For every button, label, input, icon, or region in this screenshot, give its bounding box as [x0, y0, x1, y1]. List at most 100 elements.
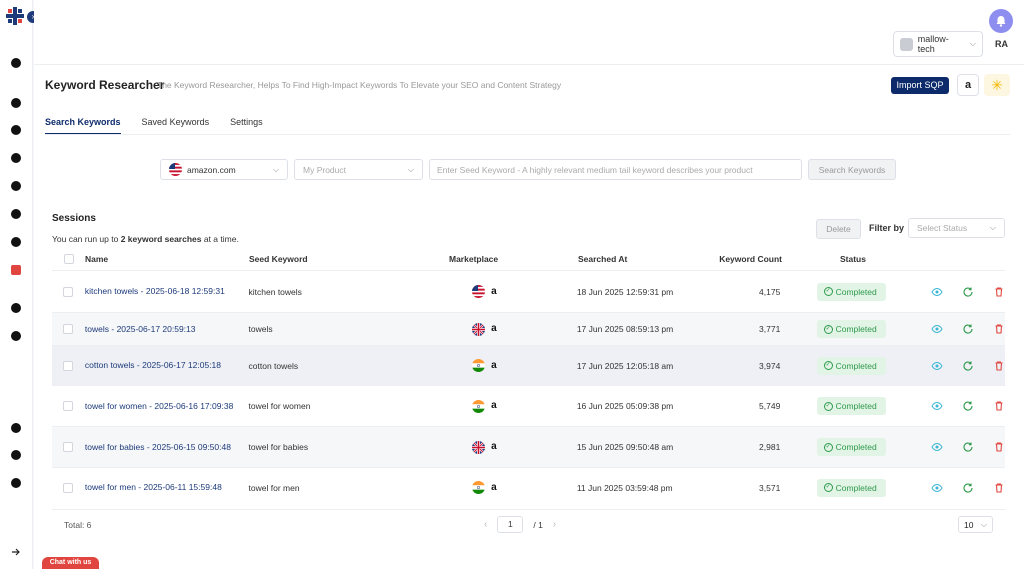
searched-at-cell: 11 Jun 2025 03:59:48 pm	[576, 482, 673, 493]
walmart-marketplace-button[interactable]: ✳	[984, 74, 1010, 96]
select-all-checkbox[interactable]	[63, 254, 74, 264]
tab-saved-keywords[interactable]: Saved Keywords	[142, 111, 210, 133]
session-name-link[interactable]: kitchen towels - 2025-06-18 12:59:31	[85, 285, 249, 298]
boxes-icon[interactable]	[9, 301, 23, 315]
delete-trash-icon[interactable]	[992, 285, 1005, 298]
product-select[interactable]: My Product ⌵	[294, 159, 423, 180]
import-sqp-button[interactable]: Import SQP	[891, 77, 949, 94]
check-circle-icon: ✓	[823, 483, 833, 492]
header-status[interactable]: Status	[788, 254, 918, 264]
user-initials[interactable]: RA	[995, 39, 1008, 49]
searched-at-cell: 18 Jun 2025 12:59:31 pm	[576, 286, 674, 297]
view-eye-icon[interactable]	[930, 359, 943, 372]
delete-trash-icon[interactable]	[992, 481, 1005, 494]
dollar-icon[interactable]	[9, 123, 23, 137]
refresh-icon[interactable]	[961, 441, 974, 454]
chevron-down-icon: ⌵	[272, 164, 279, 174]
row-checkbox[interactable]	[63, 401, 74, 411]
view-eye-icon[interactable]	[930, 285, 943, 298]
chevron-down-icon: ⌵	[407, 164, 414, 174]
uk-flag-icon	[472, 322, 486, 336]
tab-bar: Search Keywords Saved Keywords Settings	[45, 111, 263, 135]
dashboard-icon[interactable]	[9, 56, 23, 70]
session-name-link[interactable]: towel for babies - 2025-06-15 09:50:48	[85, 441, 249, 454]
user-avatar-icon	[900, 37, 913, 51]
session-name-link[interactable]: towel for women - 2025-06-16 17:09:38	[85, 400, 249, 413]
header-seed-keyword[interactable]: Seed Keyword	[249, 254, 429, 264]
seed-keyword-cell: towel for babies	[248, 442, 309, 452]
marketplace-select[interactable]: amazon.com ⌵	[160, 159, 288, 180]
row-checkbox[interactable]	[63, 286, 74, 297]
delete-trash-icon[interactable]	[992, 441, 1005, 454]
refresh-icon[interactable]	[961, 359, 974, 372]
bag-icon[interactable]	[9, 329, 23, 343]
cart-icon[interactable]	[9, 96, 23, 110]
chat-with-us-button[interactable]: Chat with us	[42, 557, 99, 569]
search-keywords-button[interactable]: Search Keywords	[808, 159, 896, 180]
tab-divider	[45, 134, 1010, 135]
telegram-icon[interactable]	[9, 421, 23, 435]
check-circle-icon: ✓	[823, 324, 833, 334]
view-eye-icon[interactable]	[930, 400, 943, 413]
page-input[interactable]: 1	[497, 516, 524, 533]
expand-arrow-icon[interactable]	[9, 545, 23, 559]
tab-settings[interactable]: Settings	[230, 111, 263, 133]
status-badge: ✓ Completed	[816, 438, 886, 456]
settings-gear-icon[interactable]	[9, 151, 23, 165]
delete-trash-icon[interactable]	[992, 359, 1005, 372]
header-name[interactable]: Name	[85, 253, 249, 266]
seed-keyword-cell: towel for men	[248, 482, 300, 493]
account-select[interactable]: mallow-tech ⌵	[893, 31, 983, 57]
seed-keyword-cell: towel for women	[248, 401, 311, 411]
row-checkbox[interactable]	[63, 360, 74, 371]
sessions-note: You can run up to 2 keyword searches at …	[52, 234, 239, 244]
view-eye-icon[interactable]	[930, 441, 943, 454]
seed-keyword-cell: kitchen towels	[248, 286, 302, 297]
delete-button[interactable]: Delete	[816, 219, 861, 239]
status-filter-select[interactable]: Select Status ⌵	[908, 218, 1005, 238]
keyword-count-cell: 3,771	[759, 324, 781, 334]
next-page-icon[interactable]: ›	[553, 519, 556, 530]
bell-icon[interactable]	[9, 448, 23, 462]
delete-trash-icon[interactable]	[992, 323, 1005, 336]
chevron-down-icon: ⌵	[989, 223, 996, 232]
target-icon[interactable]	[9, 207, 23, 221]
seed-keyword-input[interactable]: Enter Seed Keyword - A highly relevant m…	[429, 159, 802, 180]
keyword-count-cell: 5,749	[759, 401, 781, 411]
chevron-down-icon: ⌵	[980, 519, 987, 529]
amazon-marketplace-button[interactable]: a	[957, 74, 979, 96]
tab-search-keywords[interactable]: Search Keywords	[45, 111, 121, 135]
brand-logo-icon[interactable]	[6, 7, 24, 25]
table-row: towel for women - 2025-06-16 17:09:38 tow…	[52, 385, 1005, 426]
header-marketplace[interactable]: Marketplace	[429, 254, 578, 264]
session-name-link[interactable]: cotton towels - 2025-06-17 12:05:18	[85, 359, 249, 372]
refresh-icon[interactable]	[961, 323, 974, 336]
per-page-select[interactable]: 10 ⌵	[958, 516, 993, 533]
delete-trash-icon[interactable]	[992, 400, 1005, 413]
status-badge: ✓ Completed	[816, 397, 886, 415]
session-name-link[interactable]: towel for men - 2025-06-11 15:59:48	[85, 481, 249, 494]
header-searched-at[interactable]: Searched At	[578, 254, 713, 264]
row-checkbox[interactable]	[63, 324, 74, 334]
product-placeholder: My Product	[303, 164, 346, 175]
marketplace-cell: a	[428, 322, 577, 336]
view-eye-icon[interactable]	[930, 481, 943, 494]
amazon-icon: a	[491, 323, 497, 334]
sidebar: ›	[0, 0, 39, 569]
megaphone-icon[interactable]	[9, 179, 23, 193]
refresh-icon[interactable]	[961, 400, 974, 413]
prev-page-icon[interactable]: ‹	[484, 519, 487, 530]
session-name-link[interactable]: towels - 2025-06-17 20:59:13	[85, 323, 249, 336]
row-checkbox[interactable]	[63, 482, 74, 493]
refresh-icon[interactable]	[961, 285, 974, 298]
shield-icon[interactable]	[9, 235, 23, 249]
header-keyword-count[interactable]: Keyword Count	[713, 254, 788, 264]
gear-icon[interactable]	[9, 476, 23, 490]
keyword-icon[interactable]	[9, 263, 23, 277]
view-eye-icon[interactable]	[930, 323, 943, 336]
refresh-icon[interactable]	[961, 481, 974, 494]
notification-bell-icon[interactable]	[989, 9, 1013, 33]
check-circle-icon: ✓	[823, 287, 833, 296]
searched-at-cell: 16 Jun 2025 05:09:38 pm	[576, 401, 674, 411]
row-checkbox[interactable]	[63, 442, 74, 452]
